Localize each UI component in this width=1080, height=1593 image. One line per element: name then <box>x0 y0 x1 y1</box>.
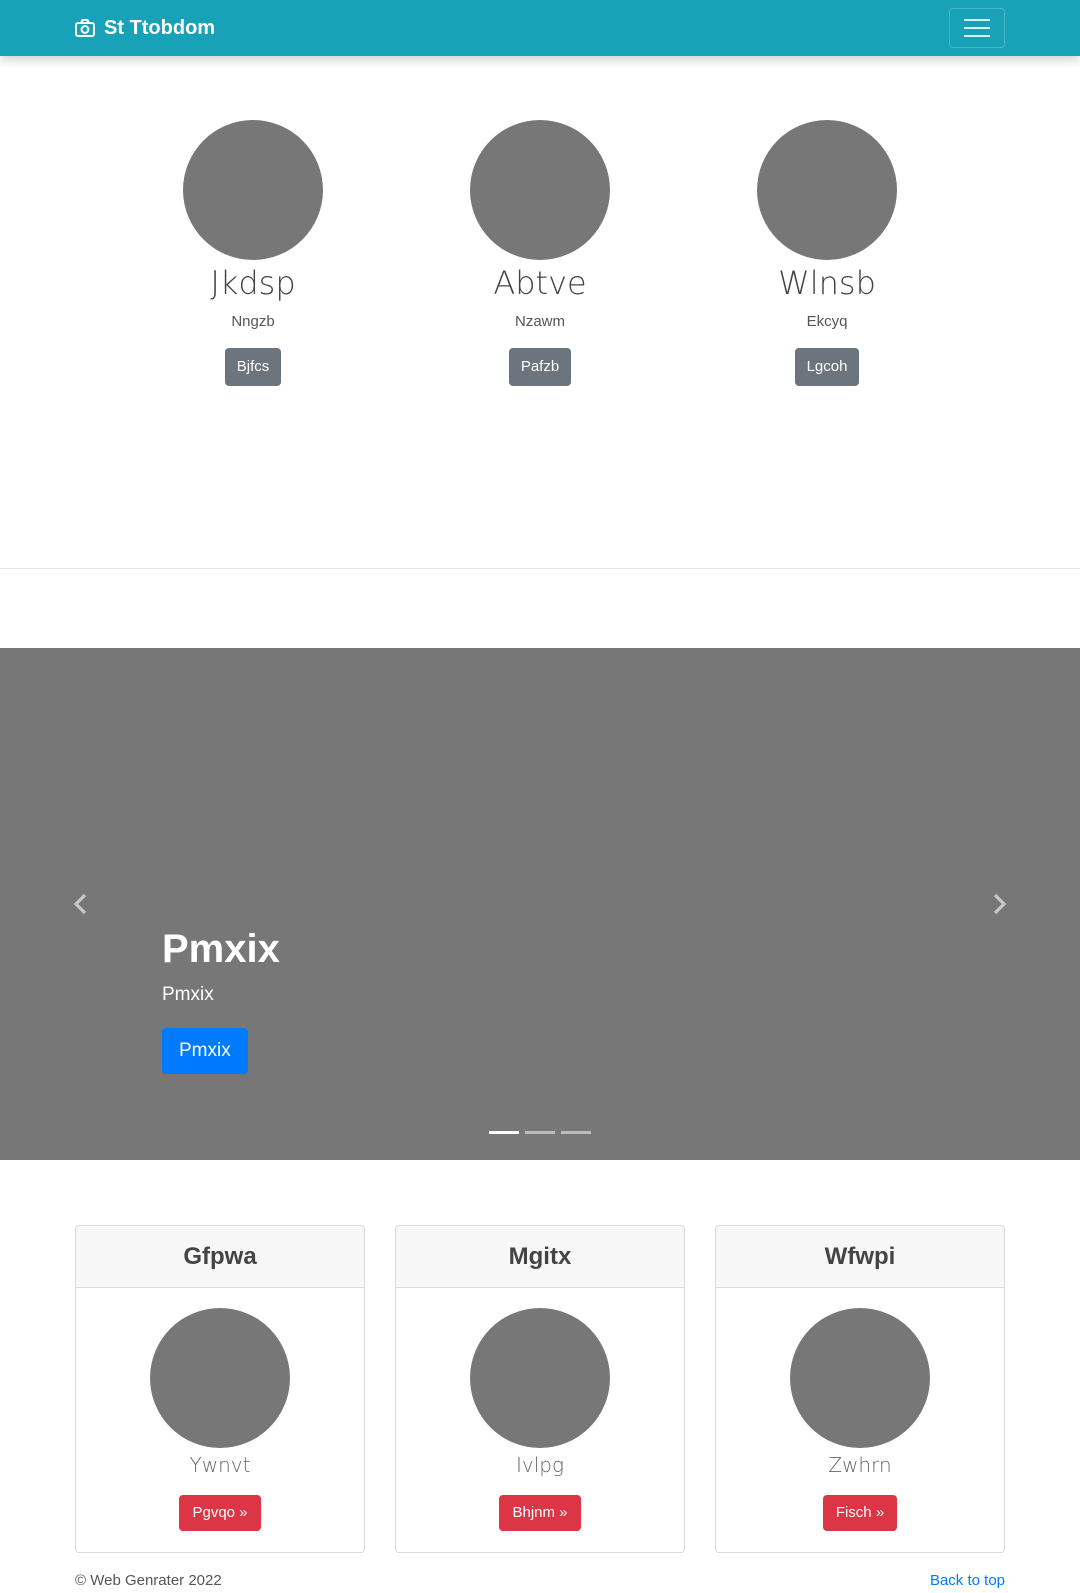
carousel-title: Pmxix <box>162 927 280 971</box>
feature-column: Jkdsp Nngzb Bjfcs <box>153 120 353 386</box>
card: Wfwpi Zwhrn Fisch » <box>715 1225 1005 1553</box>
feature-column: Abtve Nzawm Pafzb <box>440 120 640 386</box>
carousel-cta-button[interactable]: Pmxix <box>162 1028 248 1074</box>
feature-name: Abtve <box>493 264 587 302</box>
brand-link[interactable]: St Ttobdom <box>75 14 215 42</box>
chevron-left-icon <box>71 893 91 920</box>
feature-subtitle: Nngzb <box>231 313 275 330</box>
avatar-placeholder <box>470 120 610 260</box>
avatar-placeholder <box>757 120 897 260</box>
chevron-right-icon <box>989 893 1009 920</box>
card-header: Wfwpi <box>716 1226 1004 1288</box>
back-to-top-link[interactable]: Back to top <box>930 1571 1005 1591</box>
carousel-indicator[interactable] <box>525 1131 555 1134</box>
carousel: Pmxix Pmxix Pmxix <box>0 648 1080 1160</box>
feature-name: Jkdsp <box>210 264 296 302</box>
card-label: Ywnvt <box>189 1453 251 1477</box>
card-label: Zwhrn <box>828 1453 892 1477</box>
card-header: Mgitx <box>396 1226 684 1288</box>
card-button[interactable]: Pgvqo » <box>179 1495 261 1531</box>
feature-column: Wlnsb Ekcyq Lgcoh <box>727 120 927 386</box>
carousel-next-button[interactable] <box>989 892 1009 916</box>
card-label: Ivlpg <box>516 1453 564 1477</box>
feature-button[interactable]: Pafzb <box>508 348 572 386</box>
feature-button[interactable]: Lgcoh <box>794 348 860 386</box>
card: Gfpwa Ywnvt Pgvqo » <box>75 1225 365 1553</box>
camera-icon <box>75 19 95 37</box>
avatar-placeholder <box>183 120 323 260</box>
avatar-placeholder <box>470 1308 610 1448</box>
card: Mgitx Ivlpg Bhjnm » <box>395 1225 685 1553</box>
carousel-indicator[interactable] <box>489 1131 519 1134</box>
avatar-placeholder <box>790 1308 930 1448</box>
carousel-text: Pmxix <box>162 984 214 1005</box>
section-divider <box>0 568 1080 569</box>
card-button[interactable]: Fisch » <box>822 1495 898 1531</box>
feature-subtitle: Nzawm <box>514 313 565 330</box>
carousel-prev-button[interactable] <box>71 892 91 916</box>
feature-button[interactable]: Bjfcs <box>224 348 282 386</box>
navbar: St Ttobdom <box>0 0 1080 56</box>
footer-copyright: © Web Genrater 2022 <box>75 1572 222 1589</box>
feature-subtitle: Ekcyq <box>806 313 848 330</box>
feature-name: Wlnsb <box>778 264 876 302</box>
avatar-placeholder <box>150 1308 290 1448</box>
card-button[interactable]: Bhjnm » <box>499 1495 581 1531</box>
carousel-indicators <box>489 1131 591 1134</box>
carousel-caption: Pmxix Pmxix Pmxix <box>162 925 280 1074</box>
navbar-toggler-button[interactable] <box>949 8 1005 48</box>
carousel-indicator[interactable] <box>561 1131 591 1134</box>
brand-name: St Ttobdom <box>104 16 216 39</box>
card-header: Gfpwa <box>76 1226 364 1288</box>
hamburger-menu-icon <box>964 19 990 21</box>
